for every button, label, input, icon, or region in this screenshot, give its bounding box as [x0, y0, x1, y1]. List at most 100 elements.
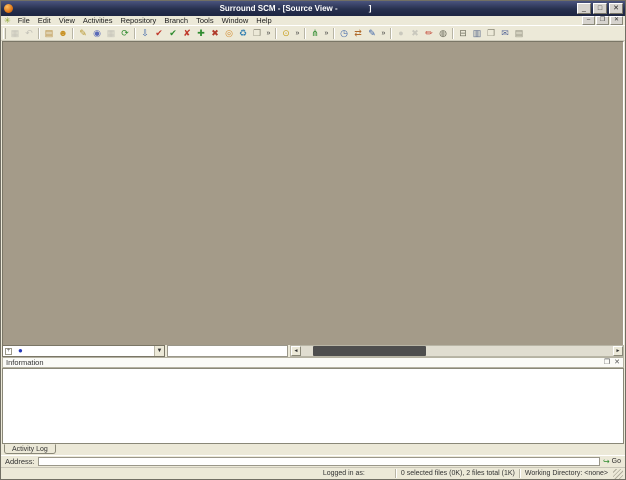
- stop-button[interactable]: ●: [395, 27, 407, 40]
- working-directory-button[interactable]: ✎: [77, 27, 89, 40]
- email-button[interactable]: ✉: [499, 27, 511, 40]
- float-panel-icon[interactable]: ❐: [604, 358, 610, 367]
- columns-view-button[interactable]: ▦: [9, 27, 21, 40]
- scroll-right-button[interactable]: ►: [613, 346, 623, 356]
- horizontal-scrollbar[interactable]: ◄ ►: [290, 345, 624, 357]
- go-button[interactable]: ↪ Go: [603, 457, 621, 466]
- info-panel-title: Information: [6, 358, 44, 367]
- annotate-button[interactable]: ✏: [423, 27, 435, 40]
- differences-button[interactable]: ⇄: [352, 27, 364, 40]
- branch-button[interactable]: ⋔: [309, 27, 321, 40]
- resize-grip[interactable]: [613, 468, 623, 479]
- title-bar: Surround SCM - [Source View - ] _ □ ✕: [1, 1, 625, 16]
- copy-button[interactable]: ❐: [485, 27, 497, 40]
- promote-button[interactable]: ♻: [237, 27, 249, 40]
- branch-icon: ●: [18, 346, 23, 355]
- get-files-button[interactable]: ⇩: [139, 27, 151, 40]
- toolbar-separator: [304, 27, 306, 39]
- status-working-directory: Working Directory: <none>: [524, 470, 608, 477]
- child-window-icon: ✳: [4, 15, 11, 25]
- address-book-button[interactable]: ▤: [513, 27, 525, 40]
- toolbar-separator: [333, 27, 335, 39]
- more-view-actions-chevron[interactable]: »: [380, 27, 387, 40]
- status-separator: [394, 469, 397, 478]
- branch-selector[interactable]: + ● ▼: [2, 345, 165, 357]
- status-logged-in: Logged in as:: [322, 470, 365, 477]
- lock-button[interactable]: ⊙: [280, 27, 292, 40]
- add-files-button[interactable]: ✚: [195, 27, 207, 40]
- toolbar-separator: [452, 27, 454, 39]
- user-button[interactable]: ☻: [57, 27, 69, 40]
- info-panel-content: [2, 368, 624, 444]
- scroll-left-button[interactable]: ◄: [291, 346, 301, 356]
- menu-bar: ✳ File Edit View Activities Repository Branch…: [1, 16, 625, 26]
- go-label: Go: [611, 458, 621, 465]
- web-view-button[interactable]: ◉: [91, 27, 103, 40]
- empty-field: [167, 345, 288, 357]
- menu-window[interactable]: Window: [218, 16, 253, 26]
- menu-view[interactable]: View: [55, 16, 79, 26]
- toolbar-separator: [38, 27, 40, 39]
- child-minimize-button[interactable]: –: [582, 16, 595, 25]
- toolbar-separator: [72, 27, 74, 39]
- toolbar-separator: [134, 27, 136, 39]
- maximize-button[interactable]: □: [593, 3, 607, 14]
- close-panel-icon[interactable]: ✕: [614, 358, 620, 367]
- tab-activity-log[interactable]: Activity Log: [4, 444, 56, 454]
- surround-scm-window: Surround SCM - [Source View - ] _ □ ✕ ✳ …: [0, 0, 626, 480]
- menu-tools[interactable]: Tools: [192, 16, 218, 26]
- print-button[interactable]: ⊟: [457, 27, 469, 40]
- go-arrow-icon: ↪: [602, 457, 610, 466]
- toolbar-handle[interactable]: [3, 27, 6, 39]
- more-branch-actions-chevron[interactable]: »: [323, 27, 330, 40]
- delete-button[interactable]: ✖: [409, 27, 421, 40]
- menu-activities[interactable]: Activities: [79, 16, 117, 26]
- menu-items: File Edit View Activities Repository Branch To…: [14, 16, 276, 26]
- remove-files-button[interactable]: ✖: [209, 27, 221, 40]
- undo-check-out-button[interactable]: ✘: [181, 27, 193, 40]
- edit-file-button[interactable]: ✎: [366, 27, 378, 40]
- scrollbar-track[interactable]: [301, 346, 613, 356]
- label-button[interactable]: ◎: [223, 27, 235, 40]
- check-in-button[interactable]: ✔: [167, 27, 179, 40]
- find-button[interactable]: ◍: [437, 27, 449, 40]
- refresh-button[interactable]: ⟳: [119, 27, 131, 40]
- more-file-actions-chevron[interactable]: »: [265, 27, 272, 40]
- status-separator: [518, 469, 521, 478]
- info-panel-header: Information ❐ ✕: [2, 357, 624, 368]
- menu-help[interactable]: Help: [252, 16, 275, 26]
- undo-button[interactable]: ↶: [23, 27, 35, 40]
- address-bar: Address: ↪ Go: [1, 455, 625, 467]
- menu-file[interactable]: File: [14, 16, 34, 26]
- info-panel-controls: ❐ ✕: [604, 358, 620, 367]
- source-view-bottom-row: + ● ▼ ◄ ►: [1, 345, 625, 357]
- share-button[interactable]: ❐: [251, 27, 263, 40]
- grid-view-button[interactable]: ▦: [105, 27, 117, 40]
- address-label: Address:: [5, 457, 35, 466]
- scrollbar-thumb[interactable]: [313, 346, 426, 356]
- status-file-counts: 0 selected files (0K), 2 files total (1K…: [400, 470, 515, 477]
- menu-edit[interactable]: Edit: [34, 16, 55, 26]
- window-title: Surround SCM - [Source View - ]: [219, 4, 372, 13]
- bottom-tab-bar: Activity Log: [1, 444, 625, 455]
- mdi-workspace: [2, 41, 624, 345]
- toolbar-separator: [275, 27, 277, 39]
- address-input[interactable]: [37, 457, 600, 466]
- close-button[interactable]: ✕: [609, 3, 623, 14]
- child-close-button[interactable]: ✕: [610, 16, 623, 25]
- toolbar: ▦ ↶ ▤ ☻ ✎ ◉ ▦ ⟳ ⇩ ✔ ✔ ✘ ✚ ✖ ◎ ♻ ❐» ⊙» ⋔» ◷ ⇄ ✎» ● ✖ ✏ ◍ ⊟ ▥ ❐ ✉ ▤: [1, 26, 625, 41]
- more-lock-actions-chevron[interactable]: »: [294, 27, 301, 40]
- menu-repository[interactable]: Repository: [116, 16, 160, 26]
- dropdown-arrow-icon[interactable]: ▼: [154, 346, 164, 356]
- tree-expander-icon[interactable]: +: [5, 347, 12, 355]
- app-icon: [4, 4, 13, 13]
- report-button[interactable]: ▥: [471, 27, 483, 40]
- toolbar-separator: [390, 27, 392, 39]
- status-bar: Logged in as: 0 selected files (0K), 2 f…: [1, 467, 625, 479]
- child-restore-button[interactable]: ❐: [596, 16, 609, 25]
- minimize-button[interactable]: _: [577, 3, 591, 14]
- new-repository-button[interactable]: ▤: [43, 27, 55, 40]
- check-out-button[interactable]: ✔: [153, 27, 165, 40]
- menu-branch[interactable]: Branch: [160, 16, 192, 26]
- history-button[interactable]: ◷: [338, 27, 350, 40]
